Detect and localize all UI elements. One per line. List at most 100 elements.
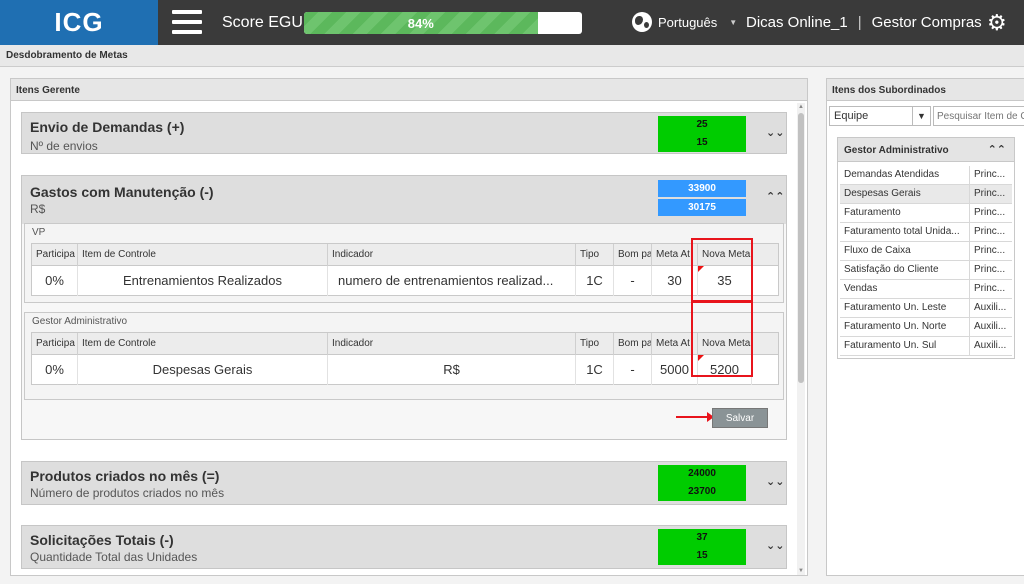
col-bom[interactable]: Bom pa — [614, 244, 652, 266]
goal-title: Solicitações Totais (-) — [30, 532, 174, 548]
goal-unit: R$ — [30, 202, 46, 216]
grid-header: Participa Item de Controle Indicador Tip… — [32, 333, 778, 355]
globe-icon — [632, 12, 652, 32]
team-select[interactable]: Equipe — [829, 106, 913, 126]
item-name: Vendas — [840, 280, 970, 298]
gear-icon[interactable]: ⚙ — [987, 12, 1007, 34]
list-item[interactable]: Satisfação do Cliente Princ... — [840, 261, 1012, 280]
section-label: VP — [32, 227, 46, 238]
section-label: Gestor Administrativo — [32, 316, 128, 327]
goal-card-expanded: Gastos com Manutenção (-) R$ 33900 30175… — [21, 175, 787, 440]
scroll-thumb[interactable] — [798, 113, 804, 383]
chevron-double-down-icon[interactable]: ⌄⌄ — [766, 475, 784, 488]
goal-values: 37 15 — [658, 529, 746, 565]
item-name: Faturamento Un. Norte — [840, 318, 970, 336]
cell-bom: - — [614, 355, 652, 385]
panel-title: Itens Gerente — [11, 79, 807, 101]
scroll-up-icon[interactable]: ▲ — [797, 103, 805, 111]
cell-indicador: R$ — [328, 355, 576, 385]
deployment-grid: Participa Item de Controle Indicador Tip… — [31, 243, 779, 296]
language-label: Português — [658, 14, 718, 30]
score-value: 84% — [407, 15, 434, 31]
top-bar: ICG Score EGU: 84% Português ▼ Dicas Onl… — [0, 0, 1024, 45]
item-type: Princ... — [974, 169, 1006, 180]
user-separator: | — [857, 14, 862, 31]
col-item[interactable]: Item de Controle — [78, 244, 328, 266]
save-button[interactable]: Salvar — [712, 408, 768, 428]
list-item[interactable]: Demandas Atendidas Princ... — [840, 166, 1012, 185]
item-name: Fluxo de Caixa — [840, 242, 970, 260]
cell-item: Entrenamientos Realizados — [78, 266, 328, 296]
list-item[interactable]: Faturamento Un. Leste Auxili... — [840, 299, 1012, 318]
manager-items-panel: Itens Gerente ▲ ▼ Envio de Demandas (+) … — [10, 78, 808, 576]
subordinate-items-panel: Itens dos Subordinados Equipe ▼ Gestor A… — [826, 78, 1024, 576]
chevron-double-up-icon[interactable]: ⌃⌃ — [988, 143, 1006, 156]
col-tipo[interactable]: Tipo — [576, 244, 614, 266]
caret-down-icon: ▼ — [729, 17, 738, 27]
panel-title: Itens dos Subordinados — [827, 79, 1024, 101]
cell-indicador: numero de entrenamientos realizad... — [328, 266, 576, 296]
score-label: Score EGU: — [222, 14, 308, 31]
language-selector[interactable]: Português ▼ — [632, 12, 737, 32]
list-item[interactable]: Fluxo de Caixa Princ... — [840, 242, 1012, 261]
col-indicador[interactable]: Indicador — [328, 244, 576, 266]
goal-header[interactable]: Gastos com Manutenção (-) R$ 33900 30175… — [22, 176, 786, 224]
goal-card[interactable]: Solicitações Totais (-) Quantidade Total… — [21, 525, 787, 569]
item-name: Despesas Gerais — [840, 185, 970, 203]
vertical-scrollbar[interactable]: ▲ ▼ — [797, 103, 805, 575]
goal-unit: Nº de envios — [30, 139, 98, 153]
group-header[interactable]: Gestor Administrativo ⌃⌃ — [838, 138, 1014, 162]
list-item[interactable]: Faturamento Un. Norte Auxili... — [840, 318, 1012, 337]
col-indicador[interactable]: Indicador — [328, 333, 576, 355]
item-name: Faturamento Un. Sul — [840, 337, 970, 355]
col-participa[interactable]: Participa — [32, 333, 78, 355]
list-item[interactable]: Faturamento Un. Sul Auxili... — [840, 337, 1012, 356]
user-name[interactable]: Dicas Online_1 — [746, 14, 848, 31]
search-input[interactable] — [933, 106, 1024, 126]
cell-tipo: 1C — [576, 355, 614, 385]
arrow-right-icon — [676, 412, 714, 422]
breadcrumb: Desdobramento de Metas — [0, 45, 1024, 67]
section-gestor-administrativo: Gestor Administrativo Participa Item de … — [24, 301, 784, 400]
chevron-double-up-icon[interactable]: ⌃⌃ — [766, 190, 784, 203]
item-name: Faturamento total Unida... — [840, 223, 970, 241]
scroll-down-icon[interactable]: ▼ — [797, 567, 805, 575]
score-progress-fill: 84% — [304, 12, 538, 34]
user-role[interactable]: Gestor Compras — [872, 14, 982, 31]
menu-icon[interactable] — [172, 10, 202, 34]
item-name: Faturamento Un. Leste — [840, 299, 970, 317]
item-type: Princ... — [974, 264, 1006, 275]
list-item[interactable]: Faturamento Princ... — [840, 204, 1012, 223]
item-type: Princ... — [974, 283, 1006, 294]
deployment-grid: Participa Item de Controle Indicador Tip… — [31, 332, 779, 385]
col-participa[interactable]: Participa — [32, 244, 78, 266]
highlight-box — [691, 238, 753, 302]
list-item[interactable]: Vendas Princ... — [840, 280, 1012, 299]
col-bom[interactable]: Bom pa — [614, 333, 652, 355]
goal-values: 33900 30175 — [658, 180, 746, 218]
group-title: Gestor Administrativo — [844, 145, 949, 156]
goal-card[interactable]: Produtos criados no mês (=) Número de pr… — [21, 461, 787, 505]
goal-card[interactable]: Envio de Demandas (+) Nº de envios 25 15… — [21, 112, 787, 154]
cell-item: Despesas Gerais — [78, 355, 328, 385]
goal-target-badge: 33900 — [658, 180, 746, 197]
goal-unit: Quantidade Total das Unidades — [30, 550, 198, 564]
chevron-down-icon[interactable]: ▼ — [913, 106, 931, 126]
chevron-double-down-icon[interactable]: ⌄⌄ — [766, 126, 784, 139]
filter-row: Equipe ▼ — [829, 106, 1024, 126]
goal-title: Gastos com Manutenção (-) — [30, 184, 214, 200]
list-item[interactable]: Despesas Gerais Princ... — [840, 185, 1012, 204]
cell-participa: 0% — [32, 355, 78, 385]
col-tipo[interactable]: Tipo — [576, 333, 614, 355]
logo[interactable]: ICG — [0, 0, 158, 45]
item-type: Princ... — [974, 188, 1006, 199]
grid-header: Participa Item de Controle Indicador Tip… — [32, 244, 778, 266]
col-item[interactable]: Item de Controle — [78, 333, 328, 355]
item-name: Demandas Atendidas — [840, 166, 970, 184]
list-item[interactable]: Faturamento total Unida... Princ... — [840, 223, 1012, 242]
goal-actual-badge: 15 — [658, 547, 746, 565]
chevron-double-down-icon[interactable]: ⌄⌄ — [766, 539, 784, 552]
item-name: Satisfação do Cliente — [840, 261, 970, 279]
goal-target-badge: 25 — [658, 116, 746, 134]
goal-target-badge: 37 — [658, 529, 746, 547]
